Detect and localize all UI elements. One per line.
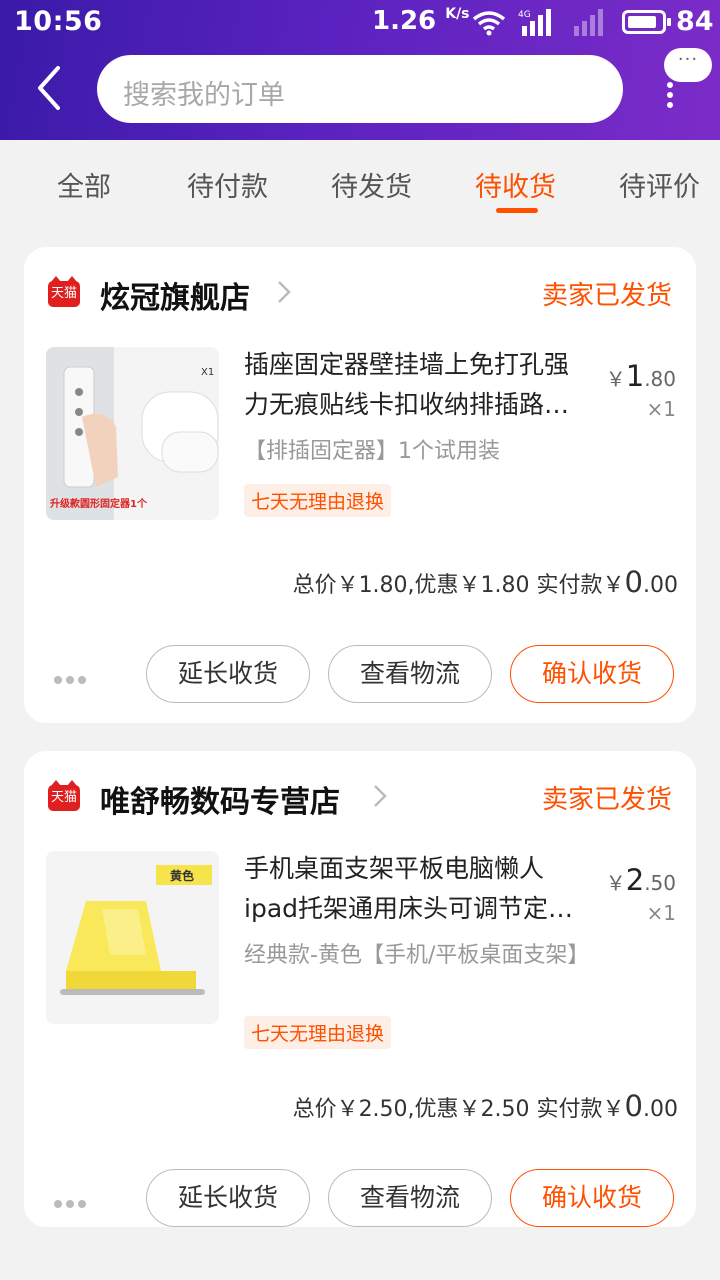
message-bubble-icon[interactable]: ··· xyxy=(664,48,712,82)
tab-pending-review[interactable]: 待评价 xyxy=(619,165,700,204)
back-arrow-icon[interactable] xyxy=(30,64,70,112)
tab-all[interactable]: 全部 xyxy=(57,165,111,204)
svg-text:4G: 4G xyxy=(518,10,531,20)
battery-level: 84 xyxy=(676,6,714,37)
chevron-right-icon[interactable] xyxy=(372,781,388,811)
tmall-icon: 天猫 xyxy=(48,276,80,307)
product-price: ￥1.80 xyxy=(605,359,676,393)
chevron-right-icon[interactable] xyxy=(276,277,292,307)
search-input[interactable]: 搜索我的订单 xyxy=(97,55,623,123)
order-tabs: 全部 待付款 待发货 待收货 待评价 xyxy=(0,140,720,226)
product-price: ￥2.50 xyxy=(605,863,676,897)
svg-text:X1: X1 xyxy=(201,367,214,378)
more-actions-icon[interactable] xyxy=(54,669,94,684)
order-status: 卖家已发货 xyxy=(541,785,672,815)
order-card[interactable]: 天猫 唯舒畅数码专营店 卖家已发货 黄色 手机桌面支架平板电脑懒人 ipad托架… xyxy=(24,751,696,1227)
svg-text:升级款圆形固定器1个: 升级款圆形固定器1个 xyxy=(50,497,148,510)
more-menu-icon[interactable] xyxy=(667,82,677,108)
product-sku: 经典款-黄色【手机/平板桌面支架】 xyxy=(244,943,590,968)
shop-name[interactable]: 唯舒畅数码专营店 xyxy=(100,777,340,821)
battery-icon xyxy=(622,10,671,34)
signal-empty-icon xyxy=(574,9,603,36)
product-quantity: ×1 xyxy=(646,397,676,421)
tab-pending-shipment[interactable]: 待发货 xyxy=(331,165,412,204)
order-status: 卖家已发货 xyxy=(541,281,672,311)
order-total: 总价￥2.50,优惠￥2.50 实付款￥0.00 xyxy=(292,1089,678,1123)
tab-pending-payment[interactable]: 待付款 xyxy=(187,165,268,204)
svg-text:黄色: 黄色 xyxy=(170,868,194,883)
order-total: 总价￥1.80,优惠￥1.80 实付款￥0.00 xyxy=(292,565,678,599)
confirm-receipt-button[interactable]: 确认收货 xyxy=(510,1169,674,1227)
status-time: 10:56 xyxy=(14,6,103,37)
extend-receipt-button[interactable]: 延长收货 xyxy=(146,645,310,703)
product-title[interactable]: 插座固定器壁挂墙上免打孔强 力无痕贴线卡扣收纳排插路… xyxy=(244,345,604,425)
network-speed: 1.26 K/s xyxy=(372,6,470,36)
active-tab-indicator xyxy=(496,208,538,213)
product-image[interactable]: X1 升级款圆形固定器1个 xyxy=(46,347,219,520)
status-bar: 10:56 1.26 K/s 4G 84 xyxy=(0,0,720,46)
product-sku: 【排插固定器】1个试用装 xyxy=(244,439,500,464)
extend-receipt-button[interactable]: 延长收货 xyxy=(146,1169,310,1227)
header: 10:56 1.26 K/s 4G 84 搜索我的订单 ··· xyxy=(0,0,720,140)
tmall-icon: 天猫 xyxy=(48,780,80,811)
view-logistics-button[interactable]: 查看物流 xyxy=(328,1169,492,1227)
order-card[interactable]: 天猫 炫冠旗舰店 卖家已发货 X1 升级款圆形固定器1个 插座固定器壁挂墙上免打… xyxy=(24,247,696,723)
return-policy-badge: 七天无理由退换 xyxy=(244,1016,392,1049)
tab-pending-receipt[interactable]: 待收货 xyxy=(475,165,556,204)
return-policy-badge: 七天无理由退换 xyxy=(244,484,392,517)
product-image[interactable]: 黄色 xyxy=(46,851,219,1024)
more-actions-icon[interactable] xyxy=(54,1193,94,1208)
product-title[interactable]: 手机桌面支架平板电脑懒人 ipad托架通用床头可调节定… xyxy=(244,849,604,929)
view-logistics-button[interactable]: 查看物流 xyxy=(328,645,492,703)
product-quantity: ×1 xyxy=(646,901,676,925)
search-placeholder: 搜索我的订单 xyxy=(123,80,285,111)
wifi-icon xyxy=(472,11,506,36)
shop-name[interactable]: 炫冠旗舰店 xyxy=(100,273,250,317)
signal-icon: 4G xyxy=(518,9,551,36)
confirm-receipt-button[interactable]: 确认收货 xyxy=(510,645,674,703)
